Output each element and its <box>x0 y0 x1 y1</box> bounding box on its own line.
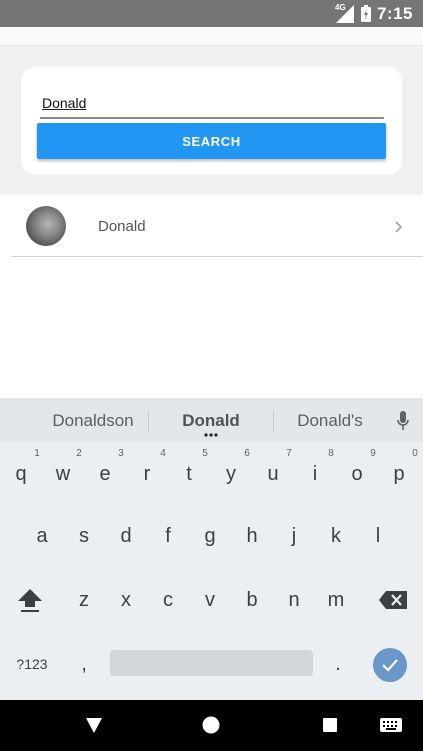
suggestion-strip: Donaldson Donald Donald's <box>0 398 423 442</box>
key-s[interactable]: s <box>66 517 102 555</box>
key-h[interactable]: h <box>234 517 270 555</box>
key-v[interactable]: v <box>192 581 228 619</box>
key-f[interactable]: f <box>150 517 186 555</box>
key-u[interactable]: u <box>255 455 291 493</box>
key-w[interactable]: w <box>45 455 81 493</box>
keyboard-switch-button[interactable] <box>379 715 403 735</box>
recents-button[interactable] <box>320 715 340 735</box>
home-icon <box>202 716 220 734</box>
suggestion-divider <box>148 410 149 432</box>
app-bar <box>0 27 423 46</box>
shift-icon <box>18 589 42 612</box>
signal-icon: 4G <box>334 2 355 24</box>
search-button[interactable]: SEARCH <box>37 123 386 159</box>
search-card: SEARCH <box>21 67 402 175</box>
symbols-key[interactable]: ?123 <box>10 645 54 683</box>
key-q[interactable]: q <box>3 455 39 493</box>
key-p[interactable]: p <box>381 455 417 493</box>
key-l[interactable]: l <box>360 517 396 555</box>
keyboard-switch-icon <box>380 718 402 732</box>
avatar <box>26 206 66 246</box>
nav-bar <box>0 700 423 751</box>
mic-icon[interactable] <box>396 410 410 432</box>
back-button[interactable] <box>84 715 104 735</box>
period-key[interactable]: . <box>320 645 356 683</box>
space-key[interactable] <box>110 650 313 676</box>
key-x[interactable]: x <box>108 581 144 619</box>
search-section: SEARCH <box>0 46 423 195</box>
clock: 7:15 <box>376 3 413 23</box>
keyboard: Donaldson Donald Donald's 1 2 3 4 5 6 7 … <box>0 398 423 700</box>
result-row[interactable]: Donald <box>12 197 423 257</box>
key-m[interactable]: m <box>318 581 354 619</box>
key-j[interactable]: j <box>276 517 312 555</box>
check-icon <box>382 659 398 672</box>
shift-key[interactable] <box>15 587 45 613</box>
network-type: 4G <box>334 2 346 12</box>
key-c[interactable]: c <box>150 581 186 619</box>
key-y[interactable]: y <box>213 455 249 493</box>
status-bar: 4G 7:15 <box>0 0 423 27</box>
backspace-icon <box>379 591 407 609</box>
suggestion-item[interactable]: Donald's <box>274 411 386 431</box>
suggestion-item[interactable]: Donald <box>150 411 272 431</box>
key-e[interactable]: e <box>87 455 123 493</box>
key-g[interactable]: g <box>192 517 228 555</box>
search-input[interactable] <box>40 91 384 119</box>
key-t[interactable]: t <box>171 455 207 493</box>
key-o[interactable]: o <box>339 455 375 493</box>
key-z[interactable]: z <box>66 581 102 619</box>
status-icons: 4G 7:15 <box>335 0 413 27</box>
backspace-key[interactable] <box>377 588 409 612</box>
key-r[interactable]: r <box>129 455 165 493</box>
key-a[interactable]: a <box>24 517 60 555</box>
home-button[interactable] <box>201 715 221 735</box>
enter-key[interactable] <box>373 648 407 682</box>
result-name: Donald <box>98 218 146 235</box>
back-icon <box>86 718 102 733</box>
key-i[interactable]: i <box>297 455 333 493</box>
suggestion-item[interactable]: Donaldson <box>30 411 156 431</box>
key-b[interactable]: b <box>234 581 270 619</box>
comma-key[interactable]: , <box>66 645 102 683</box>
more-suggestions-icon[interactable] <box>204 433 218 437</box>
key-k[interactable]: k <box>318 517 354 555</box>
chevron-right-icon <box>395 221 403 233</box>
recents-icon <box>323 718 337 732</box>
key-n[interactable]: n <box>276 581 312 619</box>
key-d[interactable]: d <box>108 517 144 555</box>
battery-icon <box>360 5 371 22</box>
